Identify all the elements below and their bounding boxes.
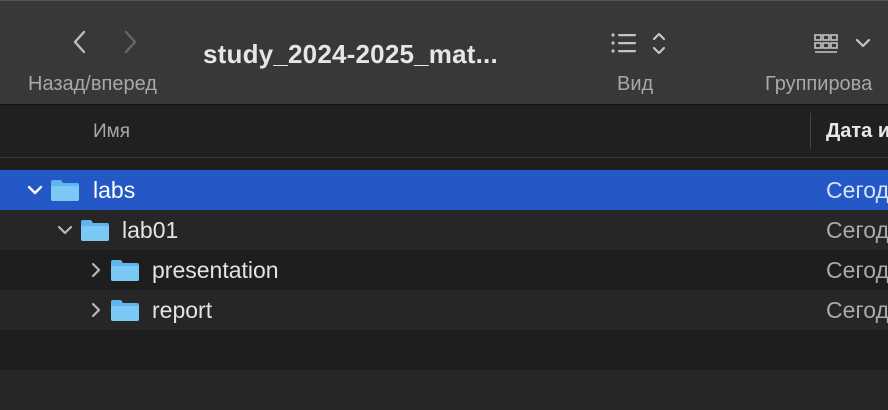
disclosure-expanded-icon[interactable]	[26, 180, 44, 200]
column-header: Имя Дата и	[0, 104, 888, 158]
up-down-icon	[652, 32, 666, 55]
disclosure-collapsed-icon[interactable]	[87, 260, 105, 280]
view-control[interactable]	[608, 29, 672, 59]
disclosure-expanded-icon[interactable]	[56, 220, 74, 240]
list-item-report[interactable]: report Сегод	[0, 290, 888, 330]
list-item-date: Сегод	[826, 257, 888, 283]
list-item-date: Сегод	[826, 177, 888, 203]
group-icon	[814, 34, 838, 53]
nav-label: Назад/вперед	[28, 73, 157, 95]
chevron-right-icon	[124, 30, 137, 54]
view-label: Вид	[617, 73, 654, 95]
list-item-label: lab01	[122, 217, 179, 243]
disclosure-collapsed-icon[interactable]	[87, 300, 105, 320]
list-item-date: Сегод	[826, 217, 888, 243]
list-item-label: presentation	[152, 257, 279, 283]
forward-button[interactable]	[116, 27, 144, 57]
toolbar: Назад/вперед study_2024-2025_mat... Вид	[0, 0, 888, 104]
chevron-left-icon	[73, 30, 86, 54]
list-item-lab01[interactable]: lab01 Сегод	[0, 210, 888, 250]
group-control[interactable]	[808, 29, 878, 59]
list-item-label: labs	[93, 177, 136, 203]
back-button[interactable]	[66, 27, 94, 57]
column-date-header[interactable]: Дата и	[826, 120, 888, 143]
folder-icon	[81, 220, 109, 241]
empty-row	[0, 330, 888, 370]
list-item-date: Сегод	[826, 297, 888, 323]
folder-icon	[51, 180, 79, 201]
chevron-down-icon	[855, 38, 871, 48]
column-name-header[interactable]: Имя	[93, 121, 130, 143]
group-label: Группирова	[765, 73, 873, 95]
list-item-presentation[interactable]: presentation Сегод	[0, 250, 888, 290]
column-divider[interactable]	[810, 113, 811, 149]
folder-icon	[111, 260, 139, 281]
window-title: study_2024-2025_mat...	[203, 39, 498, 69]
empty-row	[0, 370, 888, 410]
file-list: labs Сегод lab01 Сегод presentation Сего…	[0, 170, 888, 410]
list-item-labs[interactable]: labs Сегод	[0, 170, 888, 210]
list-view-icon	[611, 33, 636, 53]
folder-icon	[111, 300, 139, 321]
list-item-label: report	[152, 297, 213, 323]
